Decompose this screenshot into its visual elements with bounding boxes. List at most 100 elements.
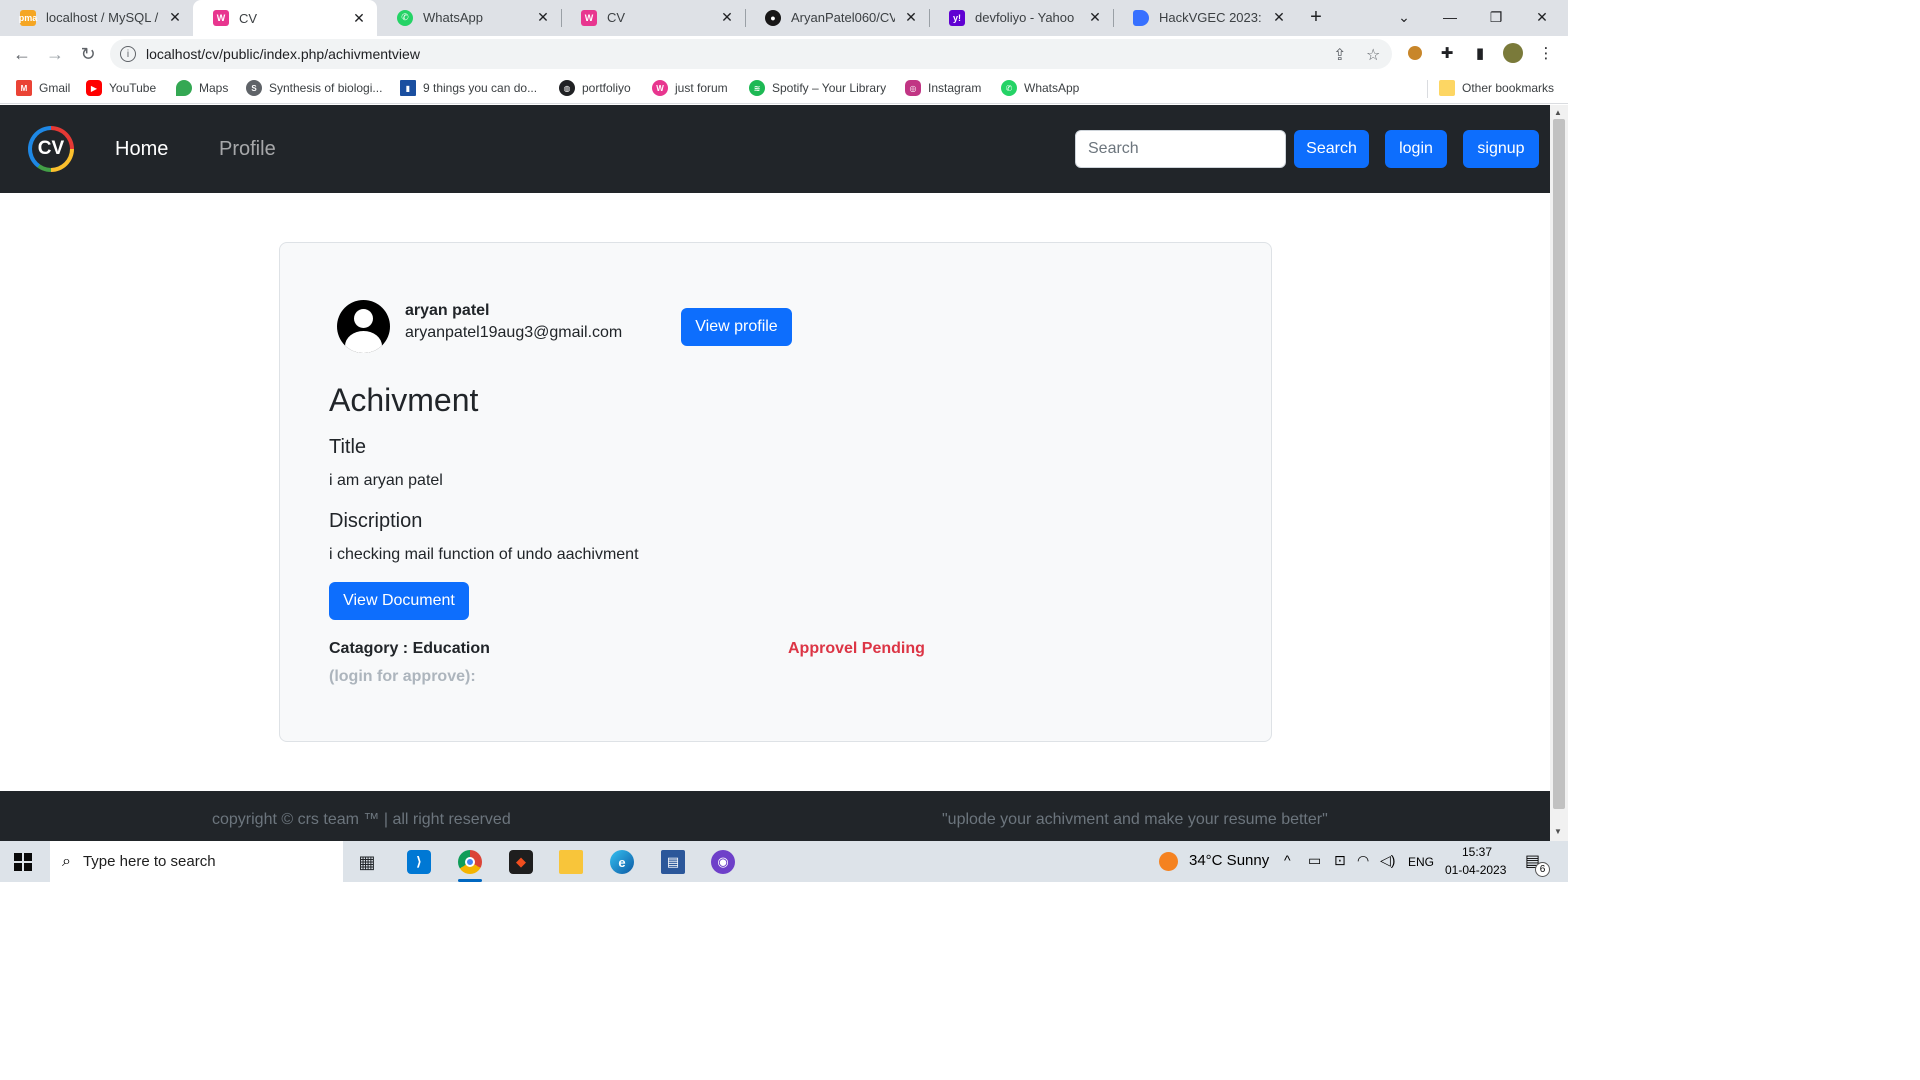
bookmark-maps[interactable]: Maps (176, 78, 228, 98)
site-search-input[interactable] (1075, 130, 1286, 168)
close-tab-icon[interactable]: ✕ (1087, 9, 1103, 26)
title-label: Title (329, 436, 367, 458)
profile-avatar-icon[interactable] (1503, 43, 1523, 63)
scroll-down-arrow-icon[interactable]: ▼ (1554, 827, 1562, 836)
clock-date[interactable]: 01-04-2023 (1445, 863, 1506, 877)
device-icon[interactable]: ⊡ (1334, 852, 1346, 869)
browser-tab-active[interactable]: W CV ✕ (193, 0, 377, 36)
windows-start-icon[interactable] (14, 853, 32, 871)
tab-search-chevron-icon[interactable]: ⌄ (1381, 0, 1427, 34)
browser-tab[interactable]: y! devfoliyo - Yahoo Ind ✕ (929, 0, 1113, 35)
logo-text: CV (32, 130, 70, 168)
nav-profile-link[interactable]: Profile (219, 138, 276, 161)
tab-title: localhost / MySQL / c (46, 10, 159, 25)
address-bar[interactable]: i localhost/cv/public/index.php/achivmen… (110, 39, 1392, 69)
github-desktop-icon[interactable]: ◉ (703, 845, 743, 879)
cookie-extension-icon[interactable] (1405, 43, 1425, 63)
bookmark-youtube[interactable]: ▶ YouTube (86, 78, 156, 98)
close-tab-icon[interactable]: ✕ (535, 9, 551, 26)
close-window-button[interactable]: ✕ (1519, 0, 1565, 34)
browser-tab[interactable]: ✆ WhatsApp ✕ (377, 0, 561, 35)
minimize-button[interactable]: — (1427, 0, 1473, 34)
close-tab-icon[interactable]: ✕ (351, 10, 367, 27)
reload-icon[interactable]: ↻ (76, 42, 100, 66)
star-bookmark-icon[interactable]: ☆ (1366, 45, 1380, 65)
bookmark-label: WhatsApp (1024, 81, 1080, 95)
edge-icon[interactable]: e (602, 845, 642, 879)
bookmark-icon: ▮ (400, 80, 416, 96)
figma-icon[interactable]: ◆ (501, 845, 541, 879)
github-icon: ● (765, 9, 781, 26)
spotify-icon: ≋ (749, 80, 765, 96)
user-email: aryanpatel19aug3@gmail.com (405, 324, 623, 341)
bookmark-9-things[interactable]: ▮ 9 things you can do... (400, 78, 537, 98)
browser-tab[interactable]: ● AryanPatel060/CV-Fin ✕ (745, 0, 929, 35)
bookmark-gmail[interactable]: M Gmail (16, 78, 70, 98)
bookmark-whatsapp[interactable]: ✆ WhatsApp (1001, 78, 1079, 98)
close-tab-icon[interactable]: ✕ (903, 9, 919, 26)
share-icon[interactable]: ⇪ (1333, 45, 1346, 65)
url-text[interactable]: localhost/cv/public/index.php/achivmentv… (146, 46, 420, 62)
close-tab-icon[interactable]: ✕ (167, 9, 183, 26)
close-tab-icon[interactable]: ✕ (1271, 9, 1287, 26)
view-document-button[interactable]: View Document (329, 582, 469, 620)
new-tab-button[interactable]: + (1293, 0, 1339, 34)
chrome-menu-icon[interactable]: ⋮ (1536, 43, 1556, 63)
yahoo-icon: y! (949, 9, 965, 26)
user-avatar-icon (337, 300, 390, 353)
footer-slogan: "uplode your achivment and make your res… (942, 811, 1328, 828)
scrollbar-thumb[interactable] (1553, 119, 1565, 809)
login-button[interactable]: login (1385, 130, 1447, 168)
bookmark-label: Spotify – Your Library (772, 81, 887, 95)
bookmark-label: YouTube (109, 81, 157, 95)
notepad-icon[interactable]: ▤ (653, 845, 693, 879)
signup-button[interactable]: signup (1463, 130, 1539, 168)
page-scrollbar[interactable]: ▲ ▼ (1550, 105, 1568, 841)
gmail-icon: M (16, 80, 32, 96)
bookmark-just-forum[interactable]: Wjust forum (652, 78, 728, 98)
bookmark-instagram[interactable]: ◎ Instagram (905, 78, 981, 98)
browser-tab[interactable]: pma localhost / MySQL / c ✕ (0, 0, 193, 35)
nav-home-link[interactable]: Home (115, 138, 168, 161)
bookmark-label: portfoliyo (582, 81, 631, 95)
back-arrow-icon[interactable]: ← (10, 42, 34, 66)
cv-logo[interactable]: CV (28, 126, 74, 172)
link-icon: S (246, 80, 262, 96)
scroll-up-arrow-icon[interactable]: ▲ (1554, 108, 1562, 117)
side-panel-icon[interactable]: ▮ (1470, 43, 1490, 63)
copyright-text: copyright © crs team ™ | all right reser… (212, 811, 511, 828)
bookmark-label: Instagram (928, 81, 982, 95)
other-bookmarks-folder[interactable]: Other bookmarks (1439, 78, 1554, 98)
close-tab-icon[interactable]: ✕ (719, 9, 735, 26)
restore-button[interactable]: ❐ (1473, 0, 1519, 34)
clock-time[interactable]: 15:37 (1462, 845, 1492, 859)
bookmark-spotify[interactable]: ≋ Spotify – Your Library (749, 78, 886, 98)
bookmark-label: just forum (675, 81, 728, 95)
browser-tab[interactable]: W CV ✕ (561, 0, 745, 35)
chevron-up-icon[interactable]: ^ (1284, 852, 1291, 868)
site-info-icon[interactable]: i (120, 46, 136, 62)
vscode-icon[interactable]: ⟩ (399, 845, 439, 879)
taskbar-search-placeholder: Type here to search (82, 853, 216, 870)
language-indicator[interactable]: ENG (1408, 855, 1434, 869)
view-profile-button[interactable]: View profile (681, 308, 792, 346)
task-view-icon[interactable]: ▦ (347, 845, 387, 879)
taskbar-search-box[interactable]: ⌕ Type here to search (50, 841, 343, 882)
search-button[interactable]: Search (1294, 130, 1369, 168)
notification-count-badge: 6 (1535, 862, 1550, 877)
whatsapp-icon: ✆ (1001, 80, 1017, 96)
bookmark-synthesis[interactable]: S Synthesis of biologi... (246, 78, 382, 98)
browser-tab[interactable]: HackVGEC 2023: Dash ✕ (1113, 0, 1297, 35)
volume-icon[interactable]: ◁) (1380, 852, 1395, 869)
achievement-card: aryan patel aryanpatel19aug3@gmail.com V… (279, 242, 1272, 742)
extensions-puzzle-icon[interactable]: ✚ (1437, 43, 1457, 63)
bookmark-portfoliyo[interactable]: ◍ portfoliyo (559, 78, 631, 98)
wifi-icon[interactable]: ◠ (1357, 852, 1369, 869)
bookmark-label: Synthesis of biologi... (269, 81, 383, 95)
forward-arrow-icon[interactable]: → (43, 42, 67, 66)
weather-text[interactable]: 34°C Sunny (1189, 852, 1269, 869)
battery-icon[interactable]: ▭ (1308, 852, 1321, 869)
cv-app-icon: W (581, 9, 597, 26)
chrome-icon[interactable] (450, 845, 490, 882)
file-explorer-icon[interactable] (551, 845, 591, 879)
